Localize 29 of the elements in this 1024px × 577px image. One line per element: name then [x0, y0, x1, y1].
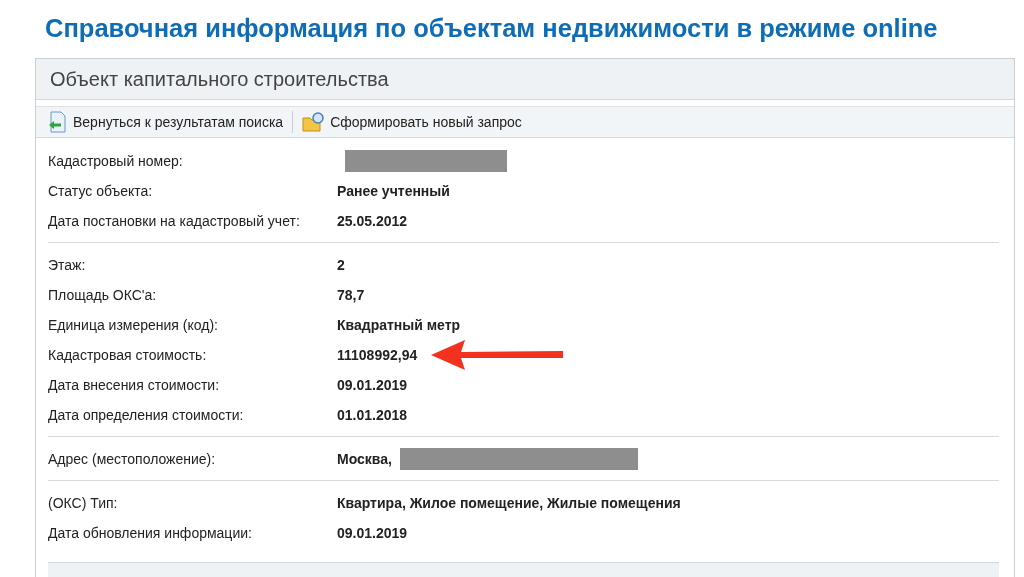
- field-label: Единица измерения (код):: [48, 317, 219, 333]
- field-label: Дата постановки на кадастровый учет:: [48, 213, 301, 229]
- field-label: Этаж:: [48, 257, 87, 273]
- field-label: Дата определения стоимости:: [48, 407, 245, 423]
- field-value: 09.01.2019: [337, 377, 408, 393]
- field-value: Квадратный метр: [337, 317, 461, 333]
- toolbar-button[interactable]: Сформировать новый запрос: [299, 109, 525, 135]
- field-label: Кадастровый номер:: [48, 153, 184, 169]
- field-value: 09.01.2019: [337, 525, 408, 541]
- field-value: 2: [337, 257, 345, 273]
- field-label: Адрес (местоположение):: [48, 451, 217, 467]
- folder-magnifier-icon: [302, 111, 327, 133]
- document-arrow-icon: [47, 111, 69, 133]
- field-value: Москва,: [337, 451, 392, 467]
- panel-title: Объект капитального строительства: [50, 67, 389, 91]
- field-label: Кадастровая стоимость:: [48, 347, 208, 363]
- field-value: Квартира, Жилое помещение, Жилые помещения: [337, 495, 681, 511]
- field-value: 11108992,94: [337, 347, 418, 363]
- field-label: (ОКС) Тип:: [48, 495, 119, 511]
- field-value: Ранее учтенный: [337, 183, 450, 199]
- field-value: 78,7: [337, 287, 365, 303]
- toolbar-button[interactable]: Вернуться к результатам поиска: [44, 109, 287, 135]
- field-value: 25.05.2012: [337, 213, 408, 229]
- field-label: Площадь ОКС'а:: [48, 287, 158, 303]
- field-label: Дата внесения стоимости:: [48, 377, 221, 393]
- page-title: Справочная информация по объектам недвижимости в режиме online: [45, 13, 939, 44]
- field-value: 01.01.2018: [337, 407, 408, 423]
- field-label: Статус объекта:: [48, 183, 154, 199]
- field-label: Дата обновления информации:: [48, 525, 253, 541]
